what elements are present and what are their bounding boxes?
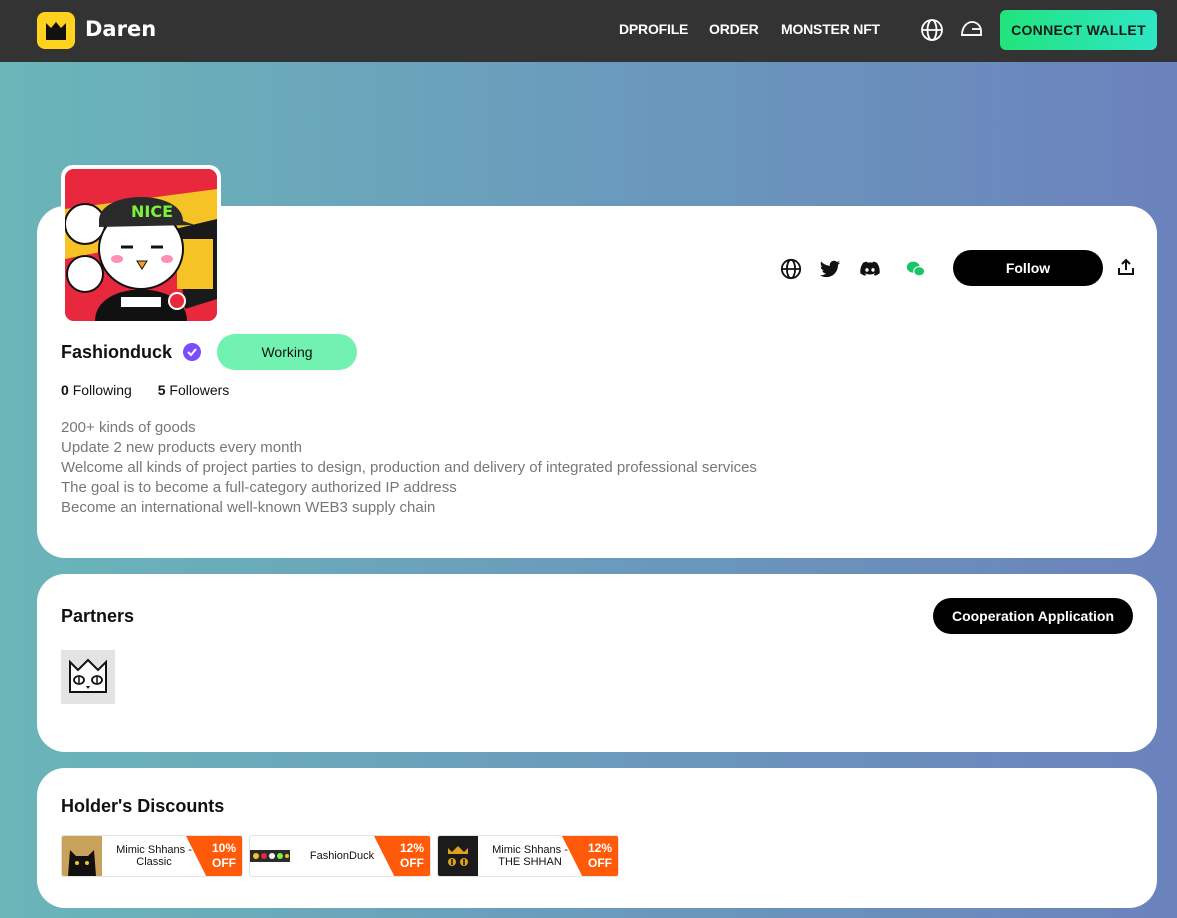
profile-name: Fashionduck xyxy=(61,342,173,362)
nav-order[interactable]: ORDER xyxy=(709,21,759,37)
coupon-name: Mimic Shhans - Classic xyxy=(116,844,192,868)
verified-badge-icon xyxy=(183,343,201,361)
holder-discounts-card: Holder's Discounts Mimic Shhans - Classi… xyxy=(37,768,1157,908)
connect-wallet-button[interactable]: CONNECT WALLET xyxy=(1000,10,1157,50)
coupon-thumbnail xyxy=(250,836,290,876)
coupon-card[interactable]: Mimic Shhans - Classic 10% OFF xyxy=(61,835,243,877)
coupon-thumbnail xyxy=(438,836,478,876)
holder-discounts-title: Holder's Discounts xyxy=(61,796,225,816)
coupon-thumbnail xyxy=(62,836,102,876)
bio-line: The goal is to become a full-category au… xyxy=(61,479,457,496)
website-globe-icon[interactable] xyxy=(780,258,802,280)
coupon-name: FashionDuck xyxy=(309,850,375,862)
bio-line: Welcome all kinds of project parties to … xyxy=(61,459,757,476)
brand-name[interactable]: Daren xyxy=(85,17,156,41)
cooperation-application-button[interactable]: Cooperation Application xyxy=(933,598,1133,634)
share-icon[interactable] xyxy=(1117,258,1135,276)
discord-icon[interactable] xyxy=(859,258,881,280)
nav-monster-nft[interactable]: MONSTER NFT xyxy=(781,21,880,37)
partner-logo[interactable] xyxy=(61,650,115,704)
profile-avatar: NICE xyxy=(61,165,221,325)
avatar-image: NICE xyxy=(65,169,217,321)
follow-stats: 0 Following 5 Followers xyxy=(61,382,251,398)
coupon-card[interactable]: Mimic Shhans - THE SHHAN 12% OFF xyxy=(437,835,619,877)
partners-title: Partners xyxy=(61,606,135,626)
coupon-card[interactable]: FashionDuck 12% OFF xyxy=(249,835,431,877)
globe-icon[interactable] xyxy=(920,18,944,42)
status-badge: Working xyxy=(217,334,357,370)
brand-logo[interactable] xyxy=(37,12,75,49)
followers-stat[interactable]: 5 Followers xyxy=(158,382,230,398)
profile-bio: 200+ kinds of goods Update 2 new product… xyxy=(61,418,757,518)
wechat-icon[interactable] xyxy=(905,258,927,280)
top-navbar: Daren DPROFILE ORDER MONSTER NFT CONNECT… xyxy=(0,0,1177,62)
bio-line: Become an international well-known WEB3 … xyxy=(61,499,436,516)
cat-crown-logo-icon xyxy=(69,658,107,693)
crown-icon xyxy=(46,21,66,40)
partners-card: Partners Cooperation Application xyxy=(37,574,1157,752)
following-stat[interactable]: 0 Following xyxy=(61,382,132,398)
svg-text:NICE: NICE xyxy=(131,202,173,221)
twitter-icon[interactable] xyxy=(819,258,841,280)
helmet-icon[interactable] xyxy=(959,18,983,42)
bio-line: 200+ kinds of goods xyxy=(61,419,196,436)
bio-line: Update 2 new products every month xyxy=(61,439,302,456)
nav-dprofile[interactable]: DPROFILE xyxy=(619,21,688,37)
coupon-name: Mimic Shhans - THE SHHAN xyxy=(492,844,568,868)
follow-button[interactable]: Follow xyxy=(953,250,1103,286)
